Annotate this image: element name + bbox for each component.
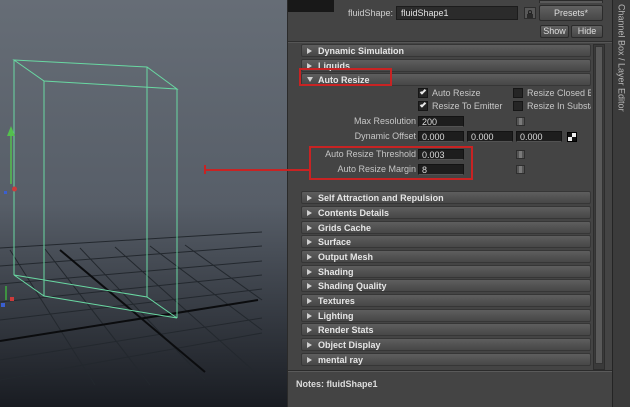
dynamic-offset-x-field[interactable]: 0.000 [418,131,464,142]
dynamic-offset-label: Dynamic Offset [354,131,416,141]
dynamic-offset-z-field[interactable]: 0.000 [516,131,562,142]
annotation-box-auto-resize [299,68,392,86]
divider [288,41,613,43]
section-label: Grids Cache [318,222,372,233]
lock-icon[interactable] [524,7,536,19]
section-label: Surface [318,236,352,247]
resize-in-substeps-checkbox[interactable] [513,101,523,111]
attribute-editor: fluidShape: fluidShape1 Presets* Show Hi… [287,0,613,407]
checkbox-label: Auto Resize [432,88,481,98]
section-label: Object Display [318,339,381,350]
annotation-leader-line [205,169,311,171]
section-label: mental ray [318,354,364,365]
texture-map-button[interactable] [567,132,577,142]
fluidshape-name-input[interactable]: fluidShape1 [396,6,518,20]
chevron-right-icon [307,253,312,260]
section-label: Shading Quality [318,280,387,291]
focus-button-partial[interactable] [539,0,603,3]
section-shading[interactable]: Shading [301,265,591,278]
section-object-display[interactable]: Object Display [301,338,591,351]
section-label: Self Attraction and Repulsion [318,192,444,203]
section-mental-ray[interactable]: mental ray [301,353,591,366]
section-label: Contents Details [318,207,390,218]
scrollbar-track[interactable] [593,44,605,370]
chevron-right-icon [307,297,312,304]
section-label: Lighting [318,310,354,321]
margin-slider[interactable] [516,165,525,174]
max-resolution-slider[interactable] [516,117,525,126]
resize-to-emitter-checkbox[interactable] [418,101,428,111]
auto-resize-checkbox[interactable] [418,88,428,98]
checkbox-label: Resize In Substa [527,101,591,111]
section-dynamic-simulation[interactable]: Dynamic Simulation [301,44,591,57]
fluidshape-label: fluidShape: [347,8,393,18]
section-shading-quality[interactable]: Shading Quality [301,279,591,292]
section-label: Output Mesh [318,251,373,262]
chevron-right-icon [307,238,312,245]
channel-box-tab[interactable]: Channel Box / Layer Editor [612,0,630,407]
maya-window: fluidShape: fluidShape1 Presets* Show Hi… [0,0,630,407]
chevron-right-icon [307,312,312,319]
notes-label: Notes: fluidShape1 [296,379,378,389]
section-label: Render Stats [318,324,374,335]
chevron-right-icon [307,356,312,363]
scrollbar-thumb[interactable] [595,46,603,364]
chevron-right-icon [307,209,312,216]
section-grids-cache[interactable]: Grids Cache [301,221,591,234]
annotation-box-threshold-margin [309,146,473,180]
hide-button[interactable]: Hide [571,25,603,38]
chevron-right-icon [307,326,312,333]
chevron-right-icon [307,194,312,201]
checkbox-label: Resize Closed B [527,88,591,98]
resize-closed-boundaries-checkbox[interactable] [513,88,523,98]
threshold-slider[interactable] [516,150,525,159]
chevron-right-icon [307,282,312,289]
viewport-canvas [0,0,287,407]
check-icon [419,88,427,95]
chevron-right-icon [307,224,312,231]
presets-button[interactable]: Presets* [539,5,603,21]
chevron-right-icon [307,341,312,348]
channel-box-tab-label: Channel Box / Layer Editor [616,4,627,112]
annotation-leader-tick [204,165,206,174]
viewport[interactable] [0,0,287,407]
show-button[interactable]: Show [540,25,569,38]
dynamic-offset-row: Dynamic Offset 0.000 0.000 0.000 [288,130,591,143]
section-surface[interactable]: Surface [301,235,591,248]
checkbox-label: Resize To Emitter [432,101,503,111]
section-contents-details[interactable]: Contents Details [301,206,591,219]
check-icon [419,101,427,108]
section-output-mesh[interactable]: Output Mesh [301,250,591,263]
auto-resize-checkbox-row: Auto Resize Resize Closed B [288,87,591,100]
section-textures[interactable]: Textures [301,294,591,307]
divider [288,370,613,372]
max-resolution-field[interactable]: 200 [418,116,464,127]
section-label: Textures [318,295,355,306]
max-resolution-row: Max Resolution 200 [288,115,591,128]
chevron-right-icon [307,47,312,54]
chevron-right-icon [307,268,312,275]
resize-emitter-checkbox-row: Resize To Emitter Resize In Substa [288,100,591,113]
section-label: Dynamic Simulation [318,45,405,56]
max-resolution-label: Max Resolution [353,116,416,126]
section-label: Shading [318,266,354,277]
section-render-stats[interactable]: Render Stats [301,323,591,336]
section-self-attraction[interactable]: Self Attraction and Repulsion [301,191,591,204]
dynamic-offset-y-field[interactable]: 0.000 [467,131,513,142]
section-lighting[interactable]: Lighting [301,309,591,322]
